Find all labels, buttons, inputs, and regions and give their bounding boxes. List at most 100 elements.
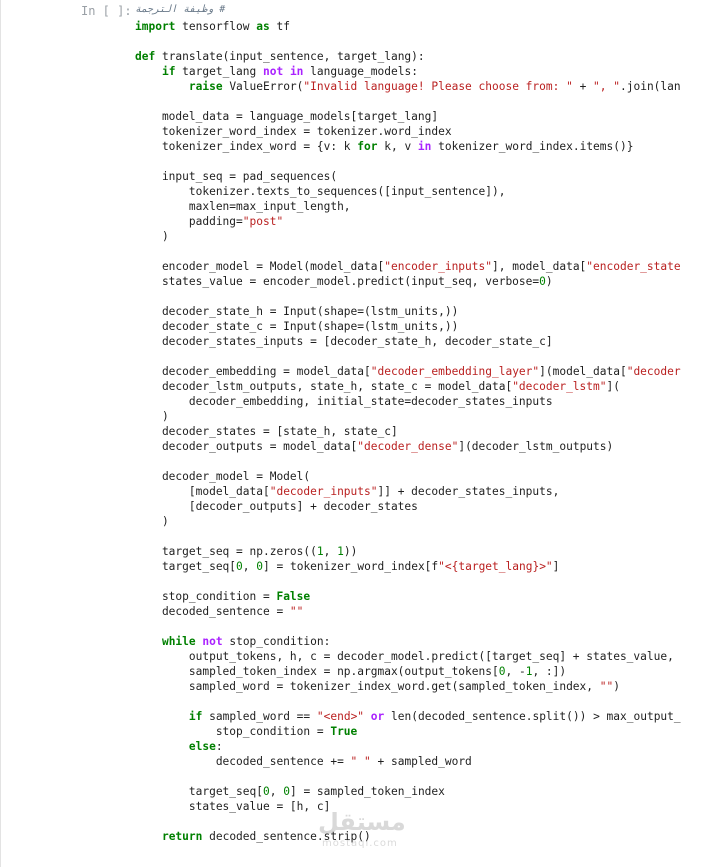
code-token: not in [263,65,304,78]
code-token: ] = sampled_token_index [289,785,445,798]
code-line: tokenizer_index_word = {v: k for k, v in… [135,139,695,154]
watermark-arabic: مستقل [318,808,406,836]
code-line: target_seq = np.zeros((1, 1)) [135,544,695,559]
code-token: states_value = [h, c] [135,800,331,813]
code-token: "decoder_lstm" [512,380,607,393]
code-line: if sampled_word == "<end>" or len(decode… [135,709,695,724]
code-line: decoder_outputs = model_data["decoder_de… [135,439,695,454]
code-token: translate(input_sentence, target_lang): [155,50,425,63]
code-token: or [370,710,385,723]
code-token: , - [505,665,526,678]
code-token: decoder_state_c = Input(shape=(lstm_unit… [135,320,459,333]
code-line: decoder_states_inputs = [decoder_state_h… [135,334,695,349]
code-line: input_seq = pad_sequences( [135,169,695,184]
code-token: ) [135,410,169,423]
code-token: "decoder [626,365,681,378]
code-line: else: [135,739,695,754]
code-line: encoder_model = Model(model_data["encode… [135,259,695,274]
code-token: [model_data[ [135,485,270,498]
code-token: encoder_model = Model(model_data[ [135,260,385,273]
code-token: [decoder_outputs] + decoder_states [135,500,418,513]
code-line: decoder_lstm_outputs, state_h, state_c =… [135,379,695,394]
watermark-logo: مستقل mostaql.com [310,808,420,849]
code-token: 1 [316,545,324,558]
code-token: sampled_word == [202,710,317,723]
code-token: states_value = encoder_model.predict(inp… [135,275,540,288]
code-token: k, v [377,140,418,153]
notebook-code-cell[interactable]: In [ ]: # وظيفة الترجمة import tensorflow… [0,0,723,867]
code-token: decoder_states = [state_h, state_c] [135,425,398,438]
code-line: padding="post" [135,214,695,229]
code-token: "" [289,605,304,618]
code-token: ) [545,275,553,288]
code-line: sampled_word = tokenizer_index_word.get(… [135,679,695,694]
code-line: target_seq[0, 0] = sampled_token_index [135,784,695,799]
code-token: " " [350,755,371,768]
code-line: decoder_state_c = Input(shape=(lstm_unit… [135,319,695,334]
code-line: decoder_embedding, initial_state=decoder… [135,394,695,409]
code-token: tensorflow [175,20,257,33]
code-line: stop_condition = True [135,724,695,739]
cell-prompt: In [ ]: [81,4,132,18]
code-token: target_seq[ [135,785,263,798]
code-line: ) [135,514,695,529]
code-token: )) [343,545,358,558]
code-token: decoder_outputs = model_data[ [135,440,358,453]
code-token: "decoder_inputs" [269,485,378,498]
code-token: ) [135,230,169,243]
code-token: , [242,560,257,573]
code-token: + sampled_word [370,755,472,768]
code-line: [model_data["decoder_inputs"]] + decoder… [135,484,695,499]
code-token: decoder_state_h = Input(shape=(lstm_unit… [135,305,459,318]
code-token: ", " [593,80,620,93]
code-token: for [357,140,378,153]
code-token: decoder_lstm_outputs, state_h, state_c =… [135,380,513,393]
code-line: tokenizer_word_index = tokenizer.word_in… [135,124,695,139]
code-token: : [215,740,223,753]
code-token: ](model_data[ [539,365,627,378]
code-token: # وظيفة الترجمة [135,4,226,15]
code-token: maxlen=max_input_length, [135,200,351,213]
code-token: .join(lan [620,80,681,93]
code-token: ) [613,680,620,693]
code-token: tokenizer.texts_to_sequences([input_sent… [135,185,506,198]
code-line: while not stop_condition: [135,634,695,649]
code-token: decoded_sentence += [135,755,351,768]
code-token: ]] + decoder_states_inputs, [377,485,560,498]
code-line: model_data = language_models[target_lang… [135,109,695,124]
code-token: if [188,710,203,723]
code-token: raise [188,80,223,93]
code-token: False [276,590,311,603]
code-line: maxlen=max_input_length, [135,199,695,214]
code-token: as [256,20,270,33]
code-token: def [135,50,156,63]
code-token: else [188,740,216,753]
code-token: , [269,785,284,798]
code-line: import tensorflow as tf [135,19,695,34]
code-line: decoded_sentence += " " + sampled_word [135,754,695,769]
code-line: raise ValueError("Invalid language! Plea… [135,79,695,94]
code-token: not [202,635,223,648]
code-token: input_seq = pad_sequences( [135,170,338,183]
code-token: 0 [283,785,290,798]
code-token: "decoder_embedding_layer" [370,365,540,378]
code-token: "<{target_lang}>" [438,560,553,573]
code-token: 1 [337,545,344,558]
code-editor[interactable]: # وظيفة الترجمة import tensorflow as tf d… [135,2,695,844]
code-token: sampled_word = tokenizer_index_word.get(… [135,680,600,693]
code-token: ]( [606,380,620,393]
code-token: ValueError( [222,80,304,93]
code-token: tokenizer_word_index = tokenizer.word_in… [135,125,452,138]
